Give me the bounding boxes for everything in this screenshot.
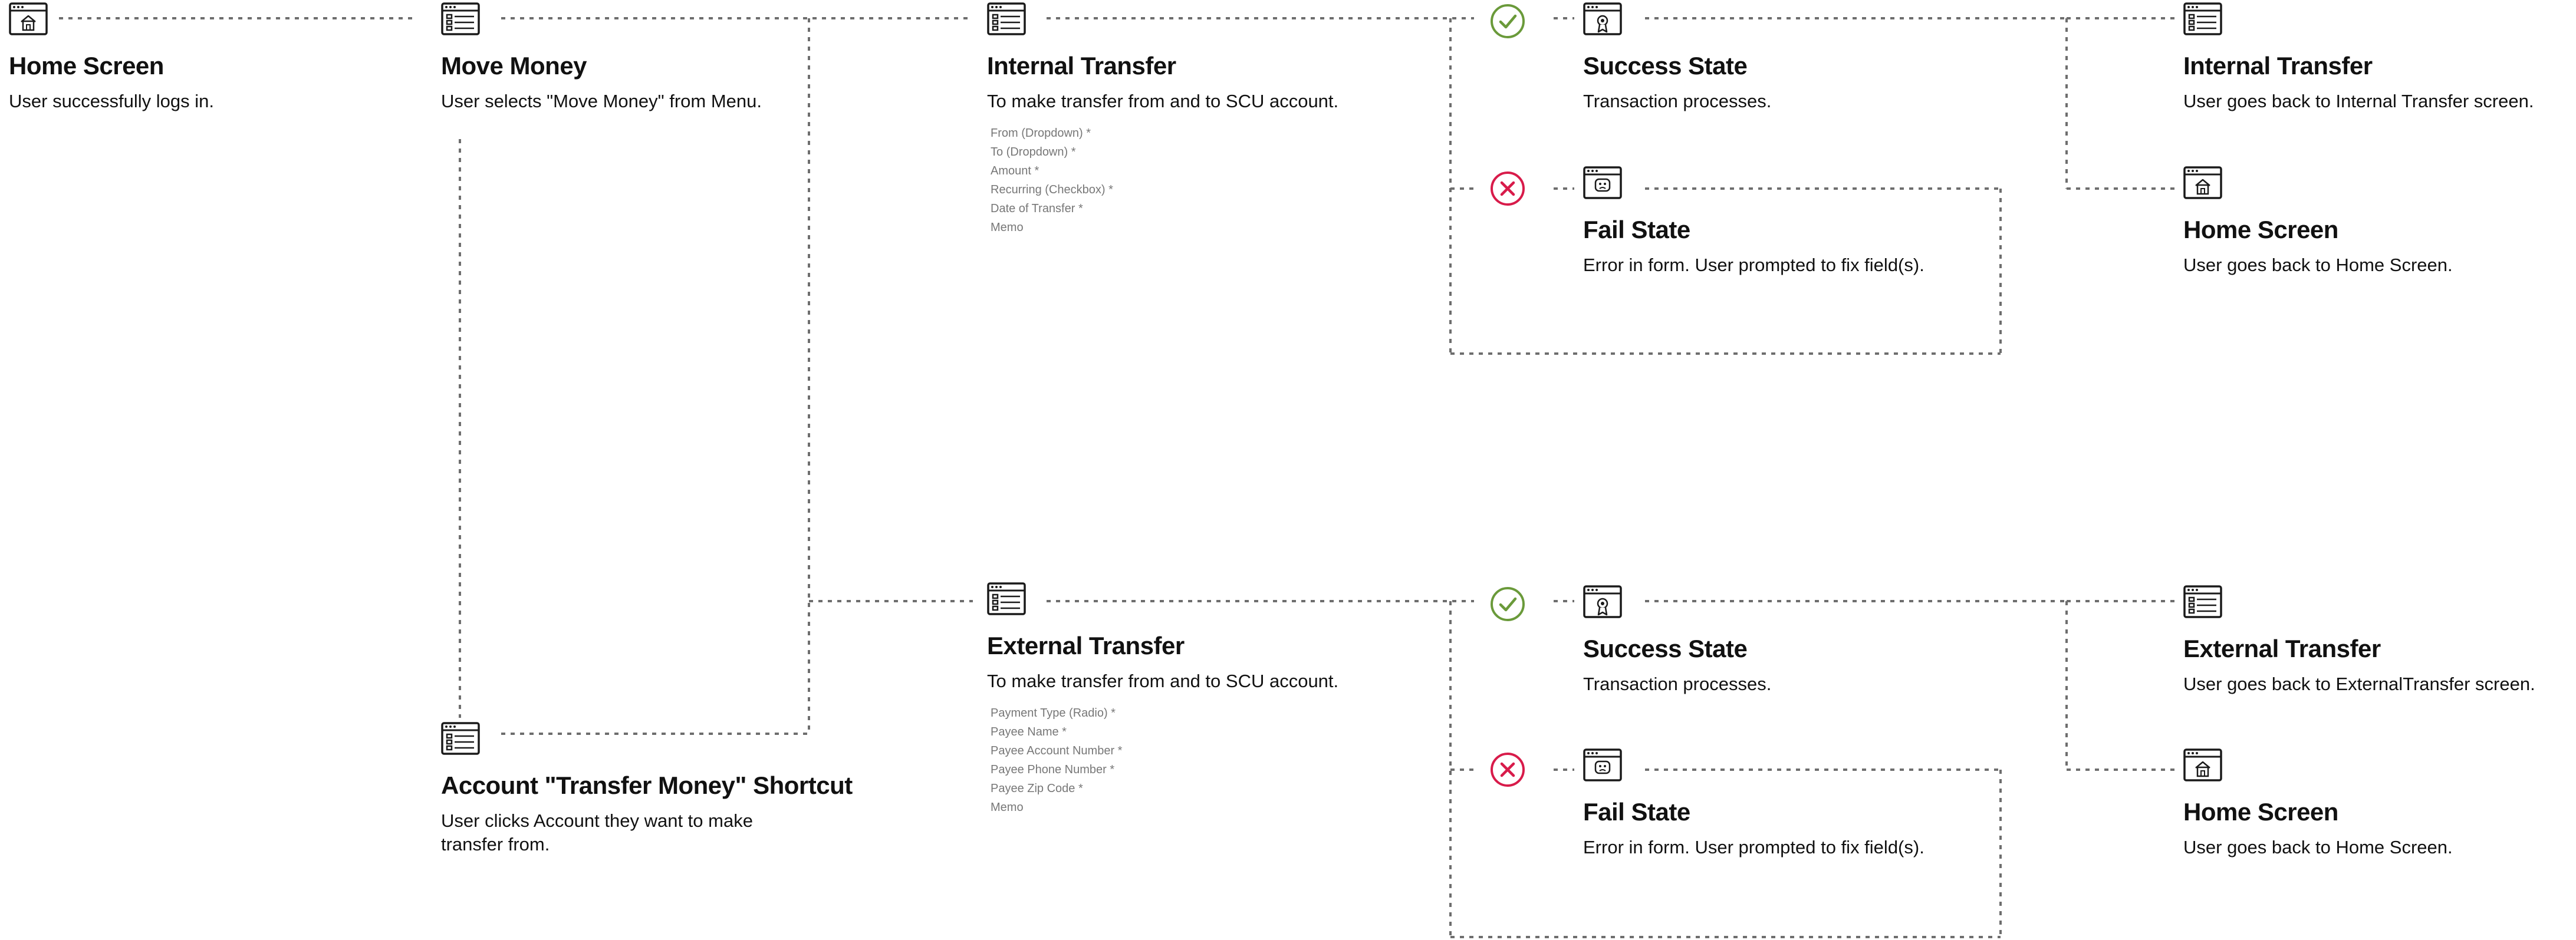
node-description: Error in form. User prompted to fix fiel… — [1583, 255, 1924, 275]
node-description: To make transfer from and to SCU account… — [987, 671, 1339, 691]
node-description: Transaction processes. — [1583, 674, 1772, 694]
x-circle-icon — [1491, 753, 1525, 787]
form-window-icon — [441, 2, 481, 37]
form-field-label: From (Dropdown) * — [991, 127, 1091, 140]
node-title: Home Screen — [2183, 216, 2338, 243]
node-description: User clicks Account they want to make tr… — [441, 810, 753, 855]
x-circle-icon — [1491, 171, 1525, 206]
node-description: To make transfer from and to SCU account… — [987, 91, 1339, 111]
node-title: External Transfer — [987, 632, 1185, 659]
node-title: Home Screen — [2183, 798, 2338, 826]
node-description: User goes back to ExternalTransfer scree… — [2183, 674, 2535, 694]
node-title: Account "Transfer Money" Shortcut — [441, 771, 853, 799]
node-title: Fail State — [1583, 216, 1690, 243]
node-title: Fail State — [1583, 798, 1690, 826]
form-field-label: Payee Name * — [991, 725, 1067, 738]
award-window-icon — [1583, 585, 1623, 619]
check-circle-icon — [1491, 4, 1525, 38]
node-description: User successfully logs in. — [9, 91, 215, 111]
form-window-icon — [987, 2, 1027, 37]
form-field-label: Payee Phone Number * — [991, 763, 1115, 776]
node-title: Internal Transfer — [2183, 52, 2373, 80]
form-field-label: Payee Account Number * — [991, 744, 1123, 757]
form-window-icon — [441, 722, 481, 756]
home-window-icon — [2183, 748, 2223, 783]
node-description: Error in form. User prompted to fix fiel… — [1583, 837, 1924, 857]
form-field-label: Memo — [991, 221, 1024, 234]
form-window-icon — [2183, 2, 2223, 37]
form-field-label: Recurring (Checkbox) * — [991, 183, 1113, 196]
award-window-icon — [1583, 2, 1623, 37]
form-window-icon — [987, 582, 1027, 616]
node-title: Internal Transfer — [987, 52, 1176, 80]
form-field-list: From (Dropdown) * To (Dropdown) * Amount… — [991, 124, 1113, 237]
home-window-icon — [9, 2, 49, 37]
error-window-icon — [1583, 748, 1623, 783]
node-title: Success State — [1583, 635, 1748, 662]
check-circle-icon — [1491, 587, 1525, 621]
node-description: User goes back to Home Screen. — [2183, 837, 2453, 857]
node-description: User selects "Move Money" from Menu. — [441, 91, 762, 111]
form-field-label: Amount * — [991, 164, 1039, 177]
form-field-label: Payment Type (Radio) * — [991, 707, 1116, 720]
node-title: External Transfer — [2183, 635, 2381, 662]
form-window-icon — [2183, 585, 2223, 619]
form-field-label: Date of Transfer * — [991, 202, 1083, 215]
error-window-icon — [1583, 166, 1623, 200]
form-field-list: Payment Type (Radio) * Payee Name * Paye… — [991, 704, 1122, 817]
node-description: Transaction processes. — [1583, 91, 1772, 111]
form-field-label: Memo — [991, 801, 1024, 814]
node-title: Home Screen — [9, 52, 164, 80]
form-field-label: Payee Zip Code * — [991, 782, 1083, 795]
form-field-label: To (Dropdown) * — [991, 146, 1076, 159]
home-window-icon — [2183, 166, 2223, 200]
node-title: Success State — [1583, 52, 1748, 80]
node-description: User goes back to Internal Transfer scre… — [2183, 91, 2534, 111]
node-description: User goes back to Home Screen. — [2183, 255, 2453, 275]
node-title: Move Money — [441, 52, 587, 80]
